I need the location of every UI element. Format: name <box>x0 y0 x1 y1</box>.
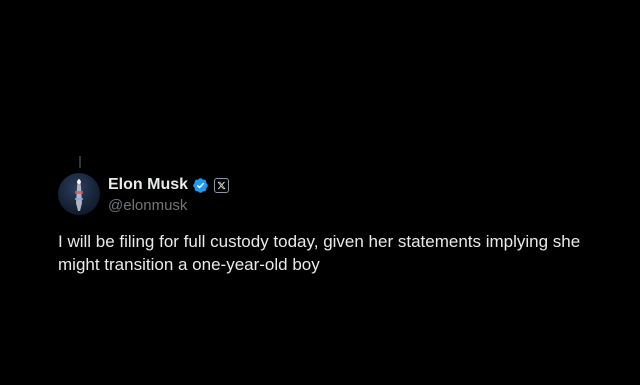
avatar-image <box>75 179 83 211</box>
verified-badge-icon <box>192 177 209 194</box>
tweet-text: I will be filing for full custody today,… <box>58 232 581 274</box>
tweet-header: Elon Musk @elonmusk <box>108 174 230 214</box>
x-logo-icon <box>214 177 230 193</box>
display-name[interactable]: Elon Musk <box>108 176 188 194</box>
user-handle[interactable]: @elonmusk <box>108 197 229 214</box>
avatar[interactable] <box>58 173 100 215</box>
thread-connector-line <box>79 156 81 168</box>
name-row: Elon Musk <box>108 174 230 196</box>
